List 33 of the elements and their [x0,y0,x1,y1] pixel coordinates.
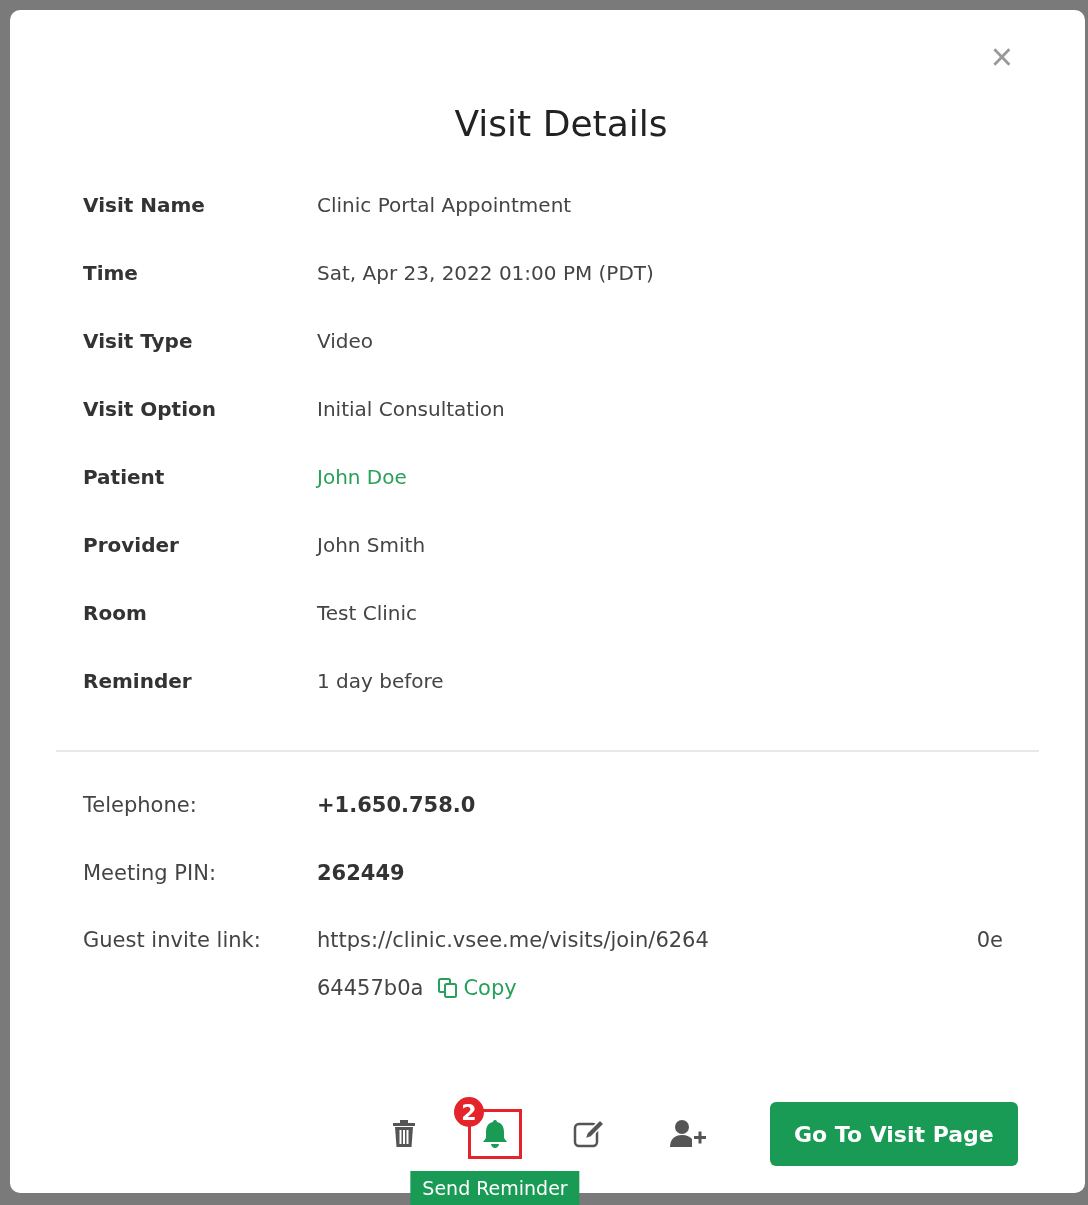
field-label: Guest invite link: [83,928,262,952]
field-label: Visit Option [83,397,217,421]
invite-link-text: https://clinic.vsee.me/visits/join/6264 [317,928,709,952]
meeting-pin: 262449 [317,861,405,885]
field-label: Patient [83,465,166,489]
go-to-visit-page-button[interactable]: Go To Visit Page [770,1102,1018,1166]
field-label: Meeting PIN: [83,861,217,885]
tooltip: Send Reminder [410,1171,580,1205]
close-button[interactable]: × [990,38,1013,76]
copy-link[interactable]: Copy [437,976,517,1000]
field-label: Reminder [83,669,193,693]
invite-link-text: 0e [976,928,1003,952]
patient-link[interactable]: John Doe [317,465,407,489]
step-badge: 2 [454,1097,484,1127]
field-label: Provider [83,533,180,557]
add-user-icon [669,1119,709,1149]
field-value: Clinic Portal Appointment [317,193,572,217]
field-value: Sat, Apr 23, 2022 01:00 PM (PDT) [317,261,654,285]
trash-icon [391,1119,417,1149]
field-label: Visit Type [83,329,194,353]
copy-icon [437,977,460,999]
field-value: 1 day before [317,669,444,693]
field-label: Room [83,601,148,625]
field-label: Visit Name [83,193,206,217]
invite-link-text: 64457b0a [317,976,424,1000]
field-value: John Smith [317,533,426,557]
dialog-title: Visit Details [454,102,668,146]
field-value: Initial Consultation [317,397,505,421]
field-label: Telephone: [83,793,198,817]
field-value: Test Clinic [317,601,418,625]
phone-number: +1.650.758.0 [317,793,476,817]
field-label: Time [83,261,139,285]
field-value: Video [317,329,374,353]
